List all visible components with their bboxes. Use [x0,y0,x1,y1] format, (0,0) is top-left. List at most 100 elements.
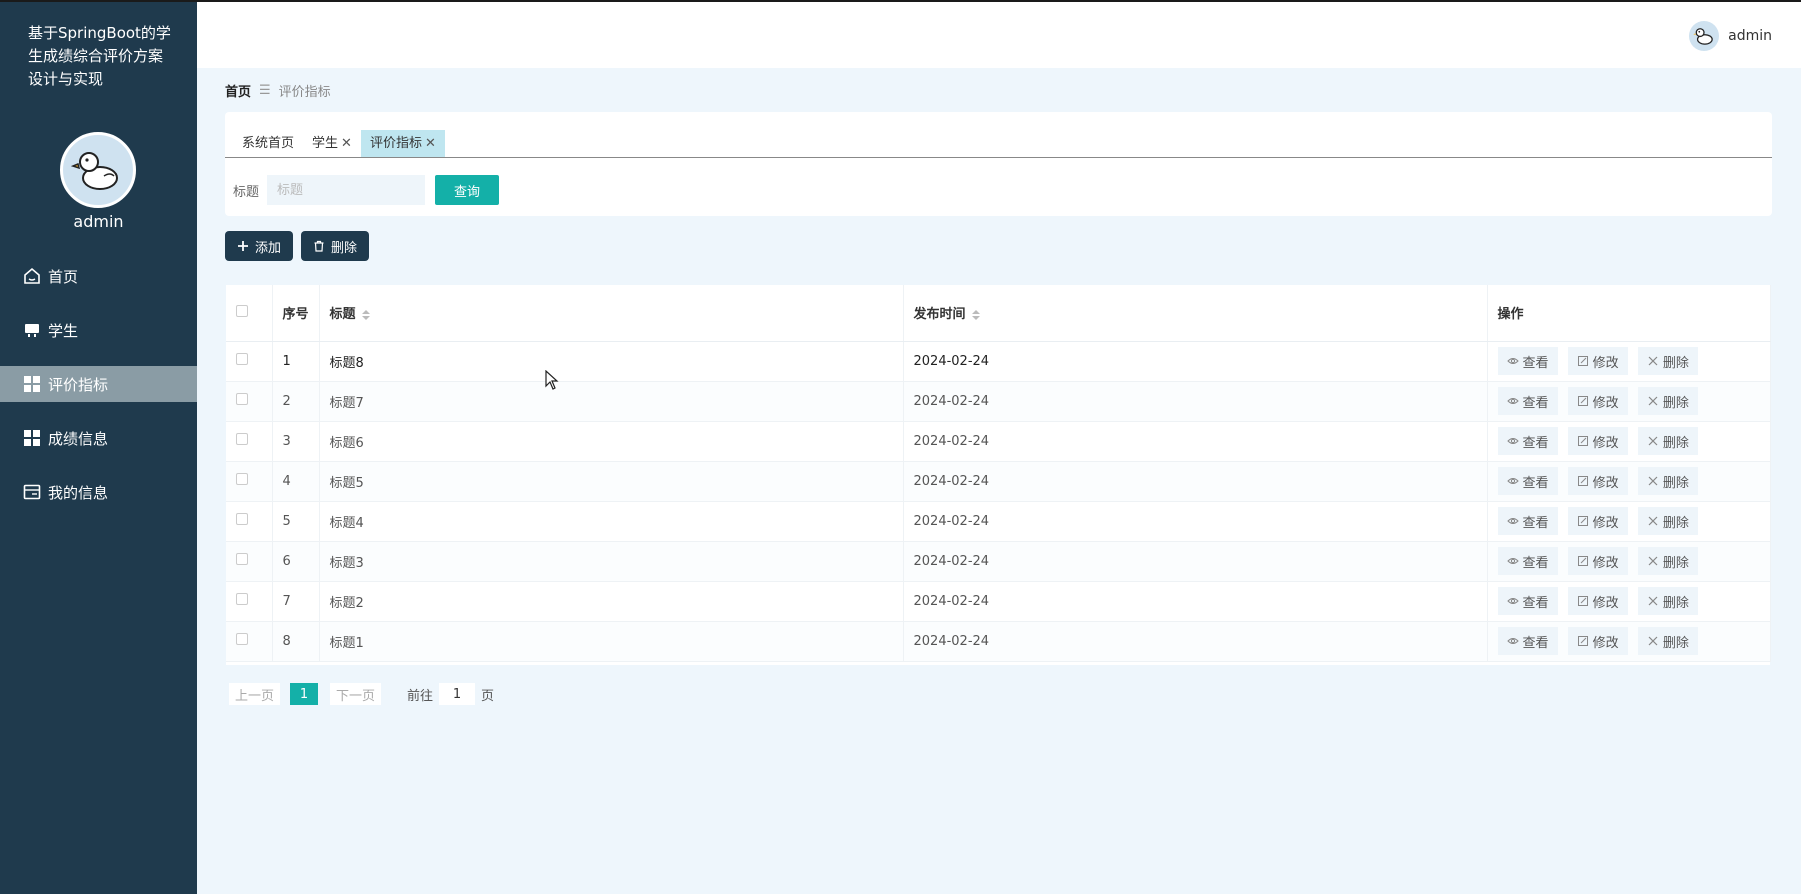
table-header: 序号 标题 发布时间 操作 [226,285,1771,342]
delete-row-button[interactable]: 删除 [1637,547,1698,575]
search-button[interactable]: 查询 [435,175,500,205]
row-checkbox[interactable] [236,593,248,605]
goto-page-input[interactable] [439,683,476,705]
breadcrumb-home[interactable]: 首页 [225,81,251,100]
sidebar-item-profile[interactable]: 我的信息 [0,474,197,510]
tab-label: 系统首页 [242,136,295,151]
delete-row-button[interactable]: 删除 [1637,587,1698,615]
row-ops: 查看 修改 删除 [1487,501,1771,542]
edit-label: 修改 [1592,515,1619,531]
edit-icon [1577,555,1589,567]
menu-lines-icon: ☰ [259,83,271,98]
table-row: 5 标题4 2024-02-24 查看 修改 删除 [226,501,1771,542]
delete-row-button[interactable]: 删除 [1637,507,1698,535]
view-label: 查看 [1522,595,1549,611]
delete-button[interactable]: 删除 [301,231,370,261]
view-button[interactable]: 查看 [1497,387,1558,415]
view-button[interactable]: 查看 [1497,427,1558,455]
sort-icon[interactable] [971,309,980,320]
row-select-cell [226,461,273,502]
select-all-checkbox[interactable] [236,304,248,317]
row-checkbox[interactable] [236,393,248,405]
sidebar-item-label: 学生 [48,321,79,340]
tab-student[interactable]: 学生 ✕ [303,130,361,157]
edit-button[interactable]: 修改 [1567,347,1628,375]
edit-button[interactable]: 修改 [1567,587,1628,615]
view-button[interactable]: 查看 [1497,627,1558,655]
row-index: 2 [272,381,320,422]
edit-label: 修改 [1592,395,1619,411]
goto-label: 前往 [407,688,434,704]
row-select-cell [226,381,273,422]
edit-button[interactable]: 修改 [1567,427,1628,455]
sidebar-item-home[interactable]: 首页 [0,258,197,294]
page-suffix: 页 [481,688,495,704]
close-icon[interactable]: ✕ [425,130,436,157]
edit-icon [1577,595,1589,607]
sidebar-item-grades[interactable]: 成绩信息 [0,420,197,456]
user-menu[interactable]: admin [1689,21,1772,51]
delete-row-button[interactable]: 删除 [1637,467,1698,495]
column-time[interactable]: 发布时间 [903,285,1488,342]
add-button[interactable]: 添加 [225,231,294,261]
app-title: 基于SpringBoot的学生成绩综合评价方案设计与实现 [28,24,171,88]
delete-row-button[interactable]: 删除 [1637,627,1698,655]
delete-row-button[interactable]: 删除 [1637,427,1698,455]
table-row: 8 标题1 2024-02-24 查看 修改 删除 [226,621,1771,662]
search-input[interactable] [267,175,426,205]
select-all-cell [226,285,273,342]
sidebar-username: admin [73,212,124,231]
delete-row-button[interactable]: 删除 [1637,387,1698,415]
page-number-button[interactable]: 1 [290,683,319,705]
view-button[interactable]: 查看 [1497,467,1558,495]
edit-label: 修改 [1592,475,1619,491]
row-checkbox[interactable] [236,633,248,645]
delete-row-button[interactable]: 删除 [1637,347,1698,375]
row-checkbox[interactable] [236,513,248,525]
tab-label: 评价指标 [369,136,422,151]
view-button[interactable]: 查看 [1497,347,1558,375]
eye-icon [1506,475,1519,487]
view-button[interactable]: 查看 [1497,547,1558,575]
row-checkbox[interactable] [236,433,248,445]
table-row: 4 标题5 2024-02-24 查看 修改 删除 [226,461,1771,502]
edit-label: 修改 [1592,555,1619,571]
edit-label: 修改 [1592,595,1619,611]
avatar [60,132,136,208]
prev-page-button[interactable]: 上一页 [229,683,281,705]
edit-button[interactable]: 修改 [1567,467,1628,495]
delete-label: 删除 [1662,475,1689,491]
row-index: 7 [272,581,320,622]
close-icon [1647,555,1659,567]
delete-button-label: 删除 [331,240,358,256]
table-row: 1 标题8 2024-02-24 查看 修改 删除 [226,341,1771,382]
tab-evaluation[interactable]: 评价指标 ✕ [360,130,445,157]
edit-button[interactable]: 修改 [1567,507,1628,535]
close-icon [1647,355,1659,367]
row-checkbox[interactable] [236,553,248,565]
row-checkbox[interactable] [236,473,248,485]
view-button[interactable]: 查看 [1497,507,1558,535]
tab-home[interactable]: 系统首页 [233,130,303,157]
row-checkbox[interactable] [236,353,248,365]
column-ops: 操作 [1487,285,1771,342]
eye-icon [1506,595,1519,607]
sidebar-item-evaluation[interactable]: 评价指标 [0,366,197,402]
edit-button[interactable]: 修改 [1567,387,1628,415]
grid-icon [22,374,42,394]
next-page-button[interactable]: 下一页 [330,683,382,705]
column-title[interactable]: 标题 [319,285,904,342]
avatar [1689,21,1720,51]
close-icon [1647,475,1659,487]
row-ops: 查看 修改 删除 [1487,381,1771,422]
edit-button[interactable]: 修改 [1567,547,1628,575]
sort-icon[interactable] [361,309,370,320]
close-icon[interactable]: ✕ [341,130,352,157]
duck-icon [70,152,118,190]
edit-button[interactable]: 修改 [1567,627,1628,655]
view-button[interactable]: 查看 [1497,587,1558,615]
row-select-cell [226,501,273,542]
action-bar: 添加 删除 [225,231,377,261]
table-row: 2 标题7 2024-02-24 查看 修改 删除 [226,381,1771,422]
sidebar-item-student[interactable]: 学生 [0,312,197,348]
